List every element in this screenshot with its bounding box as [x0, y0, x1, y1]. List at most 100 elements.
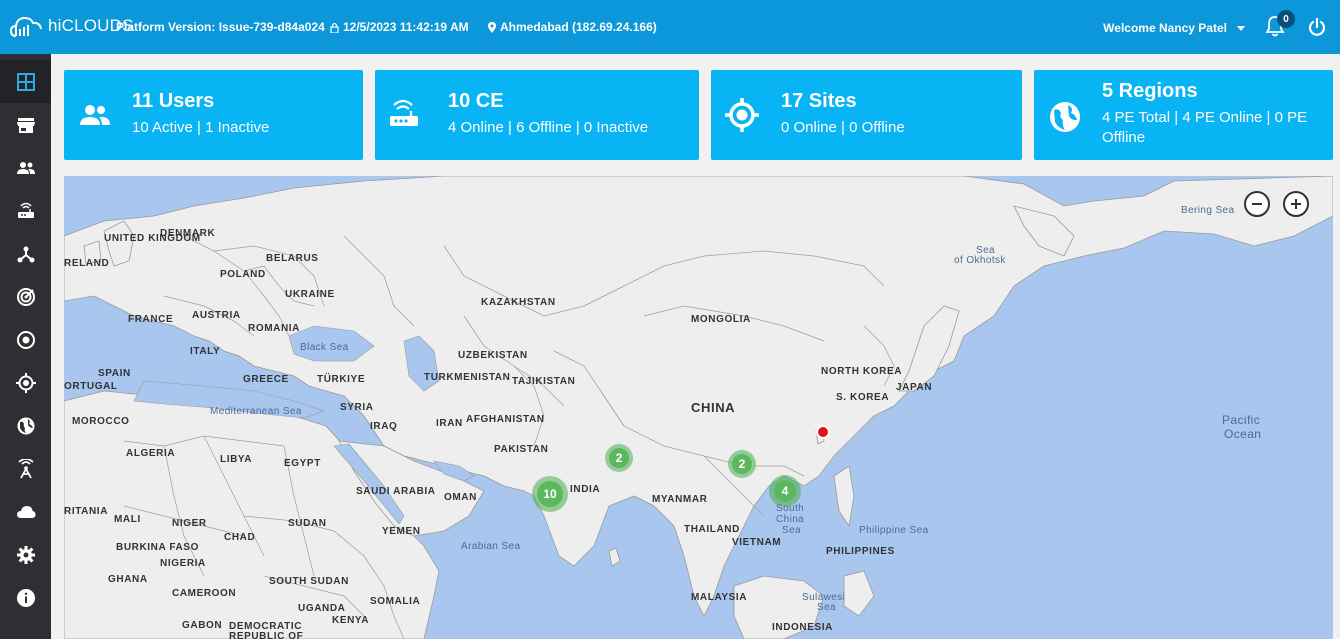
sidebar-item-cloud[interactable]: [0, 490, 51, 533]
map-label: SAUDI ARABIA: [356, 486, 436, 497]
map-label: GREECE: [243, 374, 289, 385]
sidebar: [0, 54, 51, 639]
ce-card[interactable]: 10 CE 4 Online | 6 Offline | 0 Inactive: [375, 70, 699, 160]
user-menu[interactable]: Welcome Nancy Patel: [1103, 21, 1245, 35]
map-label: BURKINA FASO: [116, 542, 199, 553]
map-canvas: UNITED KINGDOM RELAND DENMARK BELARUS PO…: [64, 176, 1333, 639]
map-label: TURKMENISTAN: [424, 372, 510, 383]
map-label: ITALY: [190, 346, 220, 357]
location-text: Ahmedabad (182.69.24.166): [500, 20, 657, 34]
sidebar-item-antenna[interactable]: [0, 447, 51, 490]
map-cluster-marker[interactable]: 2: [605, 444, 633, 472]
cluster-count: 2: [609, 448, 629, 468]
sidebar-item-users[interactable]: [0, 146, 51, 189]
map-label: FRANCE: [128, 314, 173, 325]
map-label: YEMEN: [382, 526, 421, 537]
zoom-out-button[interactable]: [1244, 191, 1270, 217]
cloud-logo-icon: [10, 16, 42, 37]
map-label: UZBEKISTAN: [458, 350, 528, 361]
sea-label: Sea: [782, 525, 801, 536]
map-label: REPUBLIC OF: [229, 631, 303, 639]
map-label: SPAIN: [98, 368, 131, 379]
users-icon: [80, 105, 110, 125]
map-label: NIGERIA: [160, 558, 206, 569]
map-label: CHAD: [224, 532, 255, 543]
sea-label: China: [776, 514, 804, 525]
sea-label: Pacific: [1222, 413, 1260, 427]
globe-icon: [17, 417, 34, 434]
sidebar-item-target[interactable]: [0, 318, 51, 361]
map-label: SYRIA: [340, 402, 374, 413]
crosshair-icon: [15, 372, 36, 393]
map-label: PAKISTAN: [494, 444, 548, 455]
sea-label: Ocean: [1224, 427, 1261, 441]
minus-icon: [1252, 203, 1262, 205]
map-label: S. KOREA: [836, 392, 889, 403]
map-label: SOUTH SUDAN: [269, 576, 349, 587]
cluster-count: 2: [732, 454, 752, 474]
regions-card[interactable]: 5 Regions 4 PE Total | 4 PE Online | 0 P…: [1034, 70, 1333, 160]
sidebar-item-dashboard[interactable]: [0, 60, 51, 103]
sea-label: Mediterranean Sea: [210, 406, 302, 417]
map-cluster-marker[interactable]: 4: [769, 475, 801, 507]
cluster-count: 4: [774, 480, 796, 502]
sea-label: Sea: [817, 602, 836, 613]
map-label: KENYA: [332, 615, 369, 626]
sites-card[interactable]: 17 Sites 0 Online | 0 Offline: [711, 70, 1022, 160]
map-label: SUDAN: [288, 518, 327, 529]
location-pin-icon: [488, 21, 496, 33]
chevron-down-icon: [1237, 25, 1245, 31]
map-label: IRAQ: [370, 421, 397, 432]
map-label: VIETNAM: [732, 537, 781, 548]
sea-label: Black Sea: [300, 342, 349, 353]
users-card[interactable]: 11 Users 10 Active | 1 Inactive: [64, 70, 363, 160]
map-label: NORTH KOREA: [821, 366, 902, 377]
sea-label: Bering Sea: [1181, 205, 1235, 216]
sidebar-item-sites[interactable]: [0, 361, 51, 404]
sidebar-item-ce[interactable]: [0, 189, 51, 232]
ce-card-title: 10 CE: [448, 90, 504, 112]
power-icon[interactable]: [1308, 18, 1326, 36]
sidebar-item-network[interactable]: [0, 232, 51, 275]
map-label: EGYPT: [284, 458, 321, 469]
map-label: LIBYA: [220, 454, 252, 465]
regions-card-subtitle: 4 PE Total | 4 PE Online | 0 PE Offline: [1102, 109, 1308, 146]
map-label: ROMANIA: [248, 323, 300, 334]
cluster-count: 10: [537, 481, 563, 507]
map-cluster-marker[interactable]: 2: [728, 450, 756, 478]
map-label: MALI: [114, 514, 141, 525]
cloud-icon: [16, 505, 35, 518]
map-label: PHILIPPINES: [826, 546, 895, 557]
map-label: GHANA: [108, 574, 148, 585]
location-info: Ahmedabad (182.69.24.166): [488, 20, 657, 34]
sea-label: of Okhotsk: [954, 255, 1006, 266]
sites-card-title: 17 Sites: [781, 90, 857, 112]
sidebar-item-settings[interactable]: [0, 533, 51, 576]
router-icon: [17, 202, 34, 218]
map-label: MALAYSIA: [691, 592, 747, 603]
map-label: BELARUS: [266, 253, 319, 264]
datetime-text: 12/5/2023 11:42:19 AM: [343, 20, 469, 34]
map-label: ALGERIA: [126, 448, 175, 459]
sidebar-item-regions[interactable]: [0, 404, 51, 447]
map-label: MONGOLIA: [691, 314, 751, 325]
map-cluster-marker[interactable]: 10: [532, 476, 568, 512]
dashboard-icon: [16, 72, 35, 91]
sidebar-item-info[interactable]: [0, 576, 51, 619]
map-location-pin-icon[interactable]: [816, 425, 830, 439]
sea-label: Philippine Sea: [859, 525, 929, 536]
sidebar-item-signal[interactable]: [0, 275, 51, 318]
welcome-text: Welcome Nancy Patel: [1103, 21, 1227, 35]
map-label: INDONESIA: [772, 622, 833, 633]
zoom-in-button[interactable]: [1283, 191, 1309, 217]
world-map[interactable]: UNITED KINGDOM RELAND DENMARK BELARUS PO…: [64, 176, 1333, 639]
map-label: MYANMAR: [652, 494, 708, 505]
map-label: TÜRKIYE: [317, 372, 365, 385]
globe-icon: [1050, 102, 1080, 132]
store-icon: [16, 117, 35, 133]
signal-icon: [16, 287, 35, 306]
users-card-title: 11 Users: [132, 90, 215, 112]
map-label: GABON: [182, 620, 222, 631]
sidebar-item-store[interactable]: [0, 103, 51, 146]
map-label: CHINA: [691, 400, 735, 415]
